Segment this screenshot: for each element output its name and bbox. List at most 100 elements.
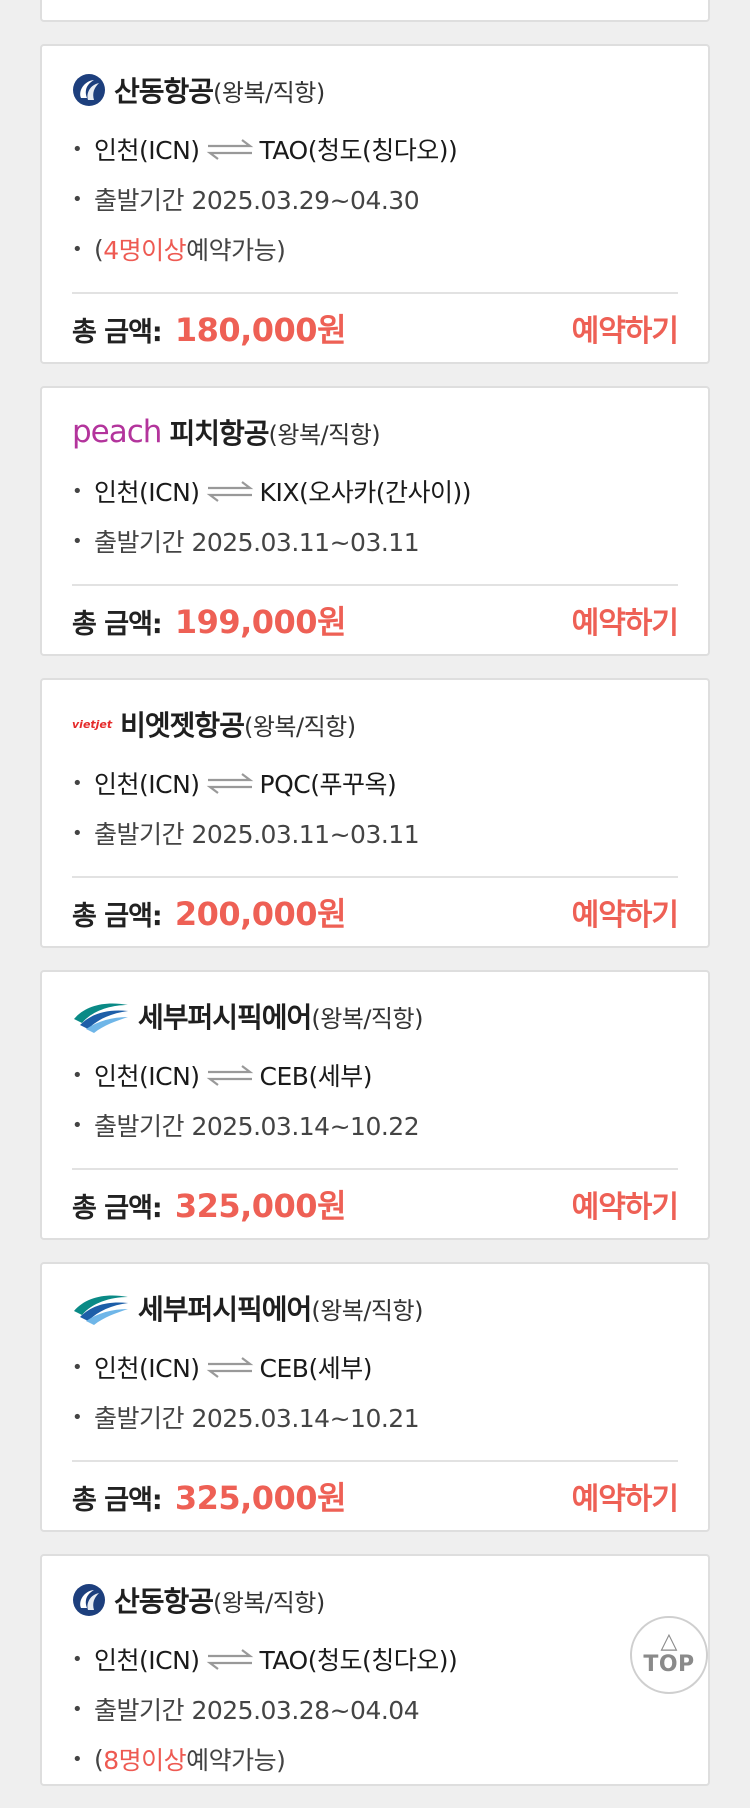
- bullet-icon: •: [72, 1648, 83, 1670]
- total-price: 325,000원: [174, 1479, 347, 1517]
- round-trip-arrow-icon: [206, 773, 253, 794]
- trip-type: (왕복/직항): [243, 712, 356, 741]
- card-footer: 총 금액: 199,000원 예약하기: [72, 586, 679, 654]
- bullet-icon: •: [72, 1698, 83, 1720]
- destination: TAO(청도(칭다오)): [259, 136, 458, 165]
- card-header: peach 피치항공 (왕복/직항): [72, 412, 678, 452]
- peach-logo-text: peach: [72, 414, 162, 450]
- round-trip-arrow-icon: [206, 1649, 253, 1670]
- shandong-airlines-logo: [72, 73, 106, 107]
- airline-name: 세부퍼시픽에어: [138, 1001, 312, 1034]
- card-header: 산동항공 (왕복/직항): [72, 70, 678, 110]
- card-header: 세부퍼시픽에어 (왕복/직항): [72, 1288, 678, 1328]
- card-footer: 총 금액: 200,000원 예약하기: [72, 878, 679, 946]
- destination: CEB(세부): [259, 1062, 373, 1091]
- book-button[interactable]: 예약하기: [572, 598, 679, 642]
- bullet-icon: •: [72, 238, 83, 260]
- note-suffix: 예약가능): [186, 1746, 286, 1775]
- route-row: • 인천(ICN) TAO(청도(칭다오)): [72, 124, 678, 174]
- total-block: 총 금액: 325,000원: [72, 1181, 347, 1227]
- route-row: • 인천(ICN) TAO(청도(칭다오)): [72, 1634, 678, 1684]
- card-footer: 총 금액: 325,000원 예약하기: [72, 1170, 679, 1238]
- departure-period: 출발기간 2025.03.14~10.22: [94, 1112, 420, 1141]
- departure-period: 출발기간 2025.03.28~04.04: [94, 1696, 420, 1725]
- origin: 인천(ICN): [94, 136, 200, 165]
- airline-name: 산동항공: [114, 1585, 214, 1618]
- flight-info-list: • 인천(ICN) CEB(세부) • 출발기간 2025.03.14~10.2…: [72, 1050, 678, 1150]
- shandong-airlines-logo: [72, 1583, 106, 1617]
- destination: CEB(세부): [259, 1354, 373, 1383]
- card-header: 산동항공 (왕복/직항): [72, 1580, 678, 1620]
- round-trip-arrow-icon: [206, 481, 253, 502]
- airline-name: 비엣젯항공: [120, 709, 245, 742]
- flight-info-list: • 인천(ICN) TAO(청도(칭다오)) • 출발기간 2025.03.28…: [72, 1634, 678, 1784]
- origin: 인천(ICN): [94, 1062, 200, 1091]
- period-row: • 출발기간 2025.03.29~04.30: [72, 174, 678, 224]
- departure-period: 출발기간 2025.03.11~03.11: [94, 528, 420, 557]
- origin: 인천(ICN): [94, 478, 200, 507]
- cebu-pacific-logo: [72, 999, 130, 1033]
- period-row: • 출발기간 2025.03.28~04.04: [72, 1684, 678, 1734]
- trip-type: (왕복/직항): [311, 1296, 423, 1325]
- book-button[interactable]: 예약하기: [572, 890, 679, 934]
- total-label: 총 금액:: [72, 609, 163, 640]
- flight-info-list: • 인천(ICN) CEB(세부) • 출발기간 2025.03.14~10.2…: [72, 1342, 678, 1442]
- origin: 인천(ICN): [94, 1354, 200, 1383]
- departure-period: 출발기간 2025.03.11~03.11: [94, 820, 420, 849]
- total-label: 총 금액:: [72, 1485, 163, 1516]
- book-button[interactable]: 예약하기: [572, 1182, 679, 1226]
- total-price: 199,000원: [174, 603, 347, 641]
- flight-deal-card-partial[interactable]: [40, 0, 710, 22]
- bullet-icon: •: [72, 1064, 83, 1086]
- flight-deal-list: 산동항공 (왕복/직항) • 인천(ICN) TAO(청도(칭다오)) • 출발…: [40, 0, 710, 1808]
- cebu-pacific-logo: [72, 1291, 130, 1325]
- flight-deal-card[interactable]: peach 피치항공 (왕복/직항) • 인천(ICN) KIX(오사카(간사이…: [40, 386, 710, 656]
- total-label: 총 금액:: [72, 901, 163, 932]
- min-people-highlight: 4명이상: [103, 236, 187, 265]
- book-button[interactable]: 예약하기: [572, 1474, 679, 1518]
- total-block: 총 금액: 199,000원: [72, 597, 347, 643]
- flight-deal-card[interactable]: 산동항공 (왕복/직항) • 인천(ICN) TAO(청도(칭다오)) • 출발…: [40, 44, 710, 364]
- route-row: • 인천(ICN) CEB(세부): [72, 1342, 678, 1392]
- round-trip-arrow-icon: [206, 1065, 253, 1086]
- flight-info-list: • 인천(ICN) KIX(오사카(간사이)) • 출발기간 2025.03.1…: [72, 466, 678, 566]
- destination: TAO(청도(칭다오)): [259, 1646, 458, 1675]
- bullet-icon: •: [72, 1114, 83, 1136]
- route-row: • 인천(ICN) CEB(세부): [72, 1050, 678, 1100]
- vietjet-logo-text: vietjet: [72, 717, 113, 731]
- bullet-icon: •: [72, 1748, 83, 1770]
- total-block: 총 금액: 200,000원: [72, 889, 347, 935]
- scroll-to-top-button[interactable]: △ TOP: [630, 1616, 708, 1694]
- period-row: • 출발기간 2025.03.14~10.22: [72, 1100, 678, 1150]
- book-button[interactable]: 예약하기: [572, 306, 679, 350]
- route-row: • 인천(ICN) KIX(오사카(간사이)): [72, 466, 678, 516]
- flight-info-list: • 인천(ICN) PQC(푸꾸옥) • 출발기간 2025.03.11~03.…: [72, 758, 678, 858]
- card-header: 세부퍼시픽에어 (왕복/직항): [72, 996, 678, 1036]
- min-people-highlight: 8명이상: [103, 1746, 187, 1775]
- total-price: 180,000원: [174, 311, 347, 349]
- note-row: • ( 4명이상 예약가능): [72, 224, 678, 274]
- departure-period: 출발기간 2025.03.29~04.30: [94, 186, 420, 215]
- total-price: 325,000원: [174, 1187, 347, 1225]
- period-row: • 출발기간 2025.03.11~03.11: [72, 808, 678, 858]
- bullet-icon: •: [72, 822, 83, 844]
- flight-deal-card[interactable]: vietjet 비엣젯항공 (왕복/직항) • 인천(ICN) PQC(푸꾸옥)…: [40, 678, 710, 948]
- card-header: vietjet 비엣젯항공 (왕복/직항): [72, 704, 678, 744]
- top-label: TOP: [643, 1652, 695, 1677]
- note-suffix: 예약가능): [186, 236, 286, 265]
- destination: KIX(오사카(간사이)): [259, 478, 472, 507]
- origin: 인천(ICN): [94, 1646, 200, 1675]
- bullet-icon: •: [72, 530, 83, 552]
- total-label: 총 금액:: [72, 317, 163, 348]
- total-block: 총 금액: 180,000원: [72, 305, 347, 351]
- flight-deal-card[interactable]: 세부퍼시픽에어 (왕복/직항) • 인천(ICN) CEB(세부) • 출발기간…: [40, 970, 710, 1240]
- flight-deal-card[interactable]: 세부퍼시픽에어 (왕복/직항) • 인천(ICN) CEB(세부) • 출발기간…: [40, 1262, 710, 1532]
- round-trip-arrow-icon: [206, 1357, 253, 1378]
- note-prefix: (: [94, 1744, 104, 1774]
- origin: 인천(ICN): [94, 770, 200, 799]
- flight-deal-card[interactable]: 산동항공 (왕복/직항) • 인천(ICN) TAO(청도(칭다오)) • 출발…: [40, 1554, 710, 1786]
- departure-period: 출발기간 2025.03.14~10.21: [94, 1404, 420, 1433]
- period-row: • 출발기간 2025.03.11~03.11: [72, 516, 678, 566]
- card-footer: 총 금액: 180,000원 예약하기: [72, 294, 679, 362]
- trip-type: (왕복/직항): [268, 420, 381, 449]
